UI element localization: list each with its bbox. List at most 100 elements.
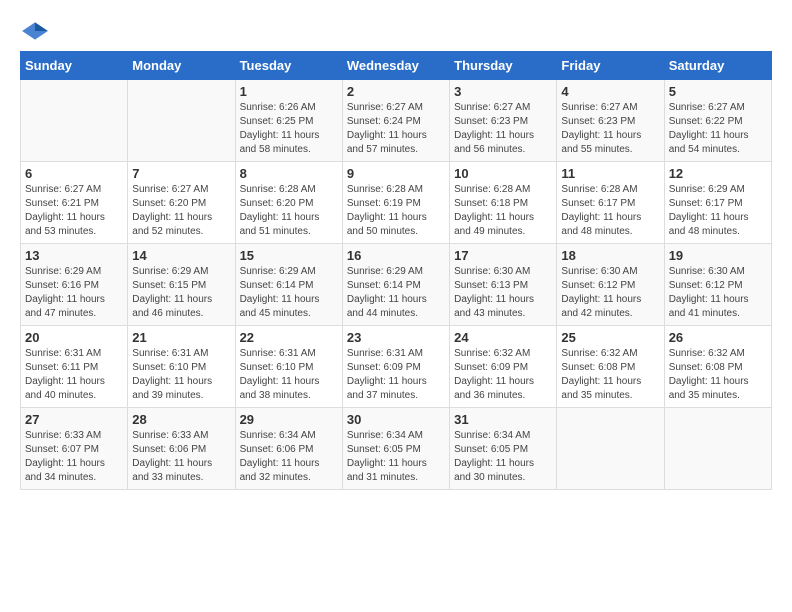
calendar-header: SundayMondayTuesdayWednesdayThursdayFrid… (21, 52, 772, 80)
day-info: Sunrise: 6:28 AM Sunset: 6:18 PM Dayligh… (454, 183, 552, 239)
calendar-cell: 11Sunrise: 6:28 AM Sunset: 6:17 PM Dayli… (557, 162, 664, 244)
header-day: Wednesday (342, 52, 449, 80)
calendar-cell: 1 Sunrise: 6:26 AM Sunset: 6:25 PM Daylig… (235, 80, 342, 162)
day-number: 19 (669, 248, 767, 263)
day-number: 20 (25, 330, 123, 345)
calendar-cell: 31 Sunrise: 6:34 AM Sunset: 6:05 PM Dayli… (450, 408, 557, 490)
day-info: Sunrise: 6:27 AM Sunset: 6:22 PM Dayligh… (669, 101, 767, 157)
calendar-week-row: 27 Sunrise: 6:33 AM Sunset: 6:07 PM Dayli… (21, 408, 772, 490)
day-number: 16 (347, 248, 445, 263)
calendar-cell: 9 Sunrise: 6:28 AM Sunset: 6:19 PM Daylig… (342, 162, 449, 244)
day-info: Sunrise: 6:29 AM Sunset: 6:14 PM Dayligh… (347, 265, 445, 321)
calendar-cell: 23 Sunrise: 6:31 AM Sunset: 6:09 PM Dayli… (342, 326, 449, 408)
day-number: 22 (240, 330, 338, 345)
day-number: 23 (347, 330, 445, 345)
calendar-cell: 4 Sunrise: 6:27 AM Sunset: 6:23 PM Daylig… (557, 80, 664, 162)
calendar-cell: 19 Sunrise: 6:30 AM Sunset: 6:12 PM Dayli… (664, 244, 771, 326)
day-number: 29 (240, 412, 338, 427)
day-info: Sunrise: 6:33 AM Sunset: 6:07 PM Dayligh… (25, 429, 123, 485)
calendar-table: SundayMondayTuesdayWednesdayThursdayFrid… (20, 51, 772, 490)
day-info: Sunrise: 6:30 AM Sunset: 6:13 PM Dayligh… (454, 265, 552, 321)
day-info: Sunrise: 6:29 AM Sunset: 6:16 PM Dayligh… (25, 265, 123, 321)
day-number: 21 (132, 330, 230, 345)
calendar-cell: 29 Sunrise: 6:34 AM Sunset: 6:06 PM Dayli… (235, 408, 342, 490)
header-row: SundayMondayTuesdayWednesdayThursdayFrid… (21, 52, 772, 80)
day-info: Sunrise: 6:28 AM Sunset: 6:19 PM Dayligh… (347, 183, 445, 239)
day-number: 6 (25, 166, 123, 181)
calendar-cell (21, 80, 128, 162)
day-number: 10 (454, 166, 552, 181)
logo-icon (20, 21, 50, 41)
day-number: 5 (669, 84, 767, 99)
page-header (20, 20, 772, 41)
day-info: Sunrise: 6:34 AM Sunset: 6:05 PM Dayligh… (347, 429, 445, 485)
header-day: Sunday (21, 52, 128, 80)
calendar-cell: 13 Sunrise: 6:29 AM Sunset: 6:16 PM Dayli… (21, 244, 128, 326)
day-number: 4 (561, 84, 659, 99)
day-info: Sunrise: 6:28 AM Sunset: 6:20 PM Dayligh… (240, 183, 338, 239)
day-info: Sunrise: 6:34 AM Sunset: 6:06 PM Dayligh… (240, 429, 338, 485)
day-number: 9 (347, 166, 445, 181)
day-info: Sunrise: 6:33 AM Sunset: 6:06 PM Dayligh… (132, 429, 230, 485)
day-info: Sunrise: 6:32 AM Sunset: 6:09 PM Dayligh… (454, 347, 552, 403)
calendar-cell: 14 Sunrise: 6:29 AM Sunset: 6:15 PM Dayli… (128, 244, 235, 326)
day-info: Sunrise: 6:29 AM Sunset: 6:17 PM Dayligh… (669, 183, 767, 239)
day-info: Sunrise: 6:31 AM Sunset: 6:10 PM Dayligh… (132, 347, 230, 403)
day-number: 1 (240, 84, 338, 99)
calendar-body: 1 Sunrise: 6:26 AM Sunset: 6:25 PM Daylig… (21, 80, 772, 490)
calendar-cell: 6Sunrise: 6:27 AM Sunset: 6:21 PM Daylig… (21, 162, 128, 244)
day-info: Sunrise: 6:31 AM Sunset: 6:11 PM Dayligh… (25, 347, 123, 403)
day-number: 11 (561, 166, 659, 181)
calendar-cell: 28Sunrise: 6:33 AM Sunset: 6:06 PM Dayli… (128, 408, 235, 490)
logo (20, 20, 54, 41)
calendar-cell: 16 Sunrise: 6:29 AM Sunset: 6:14 PM Dayli… (342, 244, 449, 326)
day-number: 13 (25, 248, 123, 263)
day-info: Sunrise: 6:30 AM Sunset: 6:12 PM Dayligh… (669, 265, 767, 321)
calendar-cell: 10 Sunrise: 6:28 AM Sunset: 6:18 PM Dayli… (450, 162, 557, 244)
calendar-week-row: 1 Sunrise: 6:26 AM Sunset: 6:25 PM Daylig… (21, 80, 772, 162)
day-info: Sunrise: 6:27 AM Sunset: 6:23 PM Dayligh… (561, 101, 659, 157)
calendar-cell: 25 Sunrise: 6:32 AM Sunset: 6:08 PM Dayli… (557, 326, 664, 408)
calendar-cell: 26 Sunrise: 6:32 AM Sunset: 6:08 PM Dayli… (664, 326, 771, 408)
day-info: Sunrise: 6:30 AM Sunset: 6:12 PM Dayligh… (561, 265, 659, 321)
calendar-cell: 21 Sunrise: 6:31 AM Sunset: 6:10 PM Dayli… (128, 326, 235, 408)
day-number: 14 (132, 248, 230, 263)
day-info: Sunrise: 6:27 AM Sunset: 6:24 PM Dayligh… (347, 101, 445, 157)
calendar-cell (557, 408, 664, 490)
day-number: 27 (25, 412, 123, 427)
day-number: 25 (561, 330, 659, 345)
day-info: Sunrise: 6:34 AM Sunset: 6:05 PM Dayligh… (454, 429, 552, 485)
calendar-cell: 17 Sunrise: 6:30 AM Sunset: 6:13 PM Dayli… (450, 244, 557, 326)
calendar-cell: 2 Sunrise: 6:27 AM Sunset: 6:24 PM Daylig… (342, 80, 449, 162)
day-number: 18 (561, 248, 659, 263)
day-number: 12 (669, 166, 767, 181)
day-number: 24 (454, 330, 552, 345)
day-info: Sunrise: 6:32 AM Sunset: 6:08 PM Dayligh… (561, 347, 659, 403)
day-info: Sunrise: 6:31 AM Sunset: 6:10 PM Dayligh… (240, 347, 338, 403)
day-info: Sunrise: 6:26 AM Sunset: 6:25 PM Dayligh… (240, 101, 338, 157)
day-number: 26 (669, 330, 767, 345)
calendar-cell: 7Sunrise: 6:27 AM Sunset: 6:20 PM Daylig… (128, 162, 235, 244)
day-info: Sunrise: 6:29 AM Sunset: 6:14 PM Dayligh… (240, 265, 338, 321)
day-number: 31 (454, 412, 552, 427)
calendar-cell (128, 80, 235, 162)
day-number: 2 (347, 84, 445, 99)
day-info: Sunrise: 6:32 AM Sunset: 6:08 PM Dayligh… (669, 347, 767, 403)
calendar-week-row: 20 Sunrise: 6:31 AM Sunset: 6:11 PM Dayli… (21, 326, 772, 408)
calendar-week-row: 6Sunrise: 6:27 AM Sunset: 6:21 PM Daylig… (21, 162, 772, 244)
header-day: Tuesday (235, 52, 342, 80)
day-info: Sunrise: 6:27 AM Sunset: 6:23 PM Dayligh… (454, 101, 552, 157)
calendar-cell: 22 Sunrise: 6:31 AM Sunset: 6:10 PM Dayli… (235, 326, 342, 408)
calendar-cell (664, 408, 771, 490)
calendar-cell: 12 Sunrise: 6:29 AM Sunset: 6:17 PM Dayli… (664, 162, 771, 244)
day-info: Sunrise: 6:29 AM Sunset: 6:15 PM Dayligh… (132, 265, 230, 321)
header-day: Saturday (664, 52, 771, 80)
header-day: Friday (557, 52, 664, 80)
day-info: Sunrise: 6:27 AM Sunset: 6:20 PM Dayligh… (132, 183, 230, 239)
day-number: 15 (240, 248, 338, 263)
day-number: 8 (240, 166, 338, 181)
day-number: 17 (454, 248, 552, 263)
calendar-week-row: 13 Sunrise: 6:29 AM Sunset: 6:16 PM Dayli… (21, 244, 772, 326)
day-info: Sunrise: 6:31 AM Sunset: 6:09 PM Dayligh… (347, 347, 445, 403)
header-day: Monday (128, 52, 235, 80)
